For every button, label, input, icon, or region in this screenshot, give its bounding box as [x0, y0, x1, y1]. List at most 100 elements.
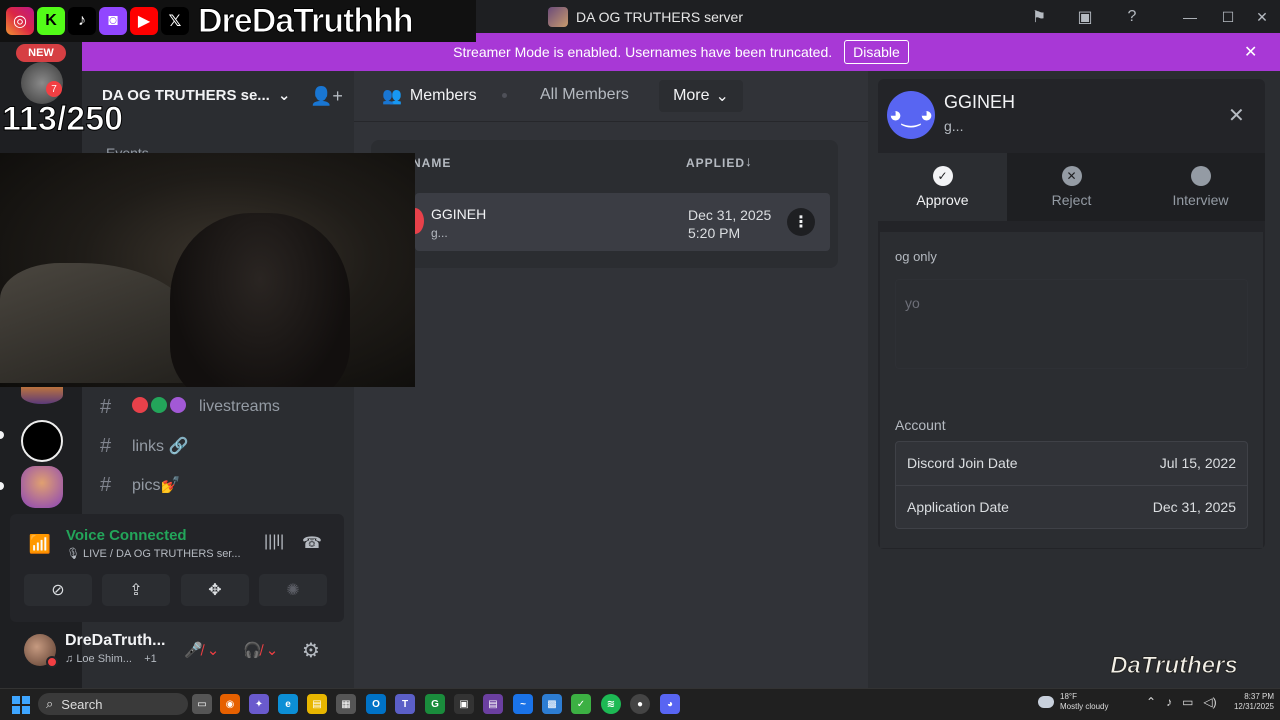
- maximize-button[interactable]: ☐: [1209, 4, 1247, 30]
- channel-label: livestreams: [199, 398, 280, 415]
- mic-muted-icon: 🎤̸: [184, 642, 203, 659]
- question-label: og only: [895, 249, 937, 264]
- search-label: Search: [61, 696, 103, 712]
- server-icon-phantoms[interactable]: [21, 420, 63, 462]
- voice-channel-name[interactable]: 🎙 LIVE / DA OG TRUTHERS ser...: [66, 547, 241, 560]
- edge-icon[interactable]: e: [278, 694, 298, 714]
- clock-date: 12/31/2025: [1233, 702, 1274, 711]
- disconnect-icon[interactable]: ☎: [302, 533, 322, 553]
- disable-streamer-mode-button[interactable]: Disable: [844, 40, 909, 64]
- app-icon[interactable]: ▤: [483, 694, 503, 714]
- windows-start-icon[interactable]: [12, 696, 30, 714]
- teams-icon[interactable]: T: [395, 694, 415, 714]
- account-section-label: Account: [895, 417, 946, 433]
- server-icon-2[interactable]: [21, 386, 63, 404]
- chevron-down-icon: ⌄: [715, 88, 729, 105]
- xbox-icon[interactable]: G: [425, 694, 445, 714]
- x-icon: 𝕏: [161, 7, 189, 35]
- channel-label: pics💅: [132, 477, 181, 494]
- approve-button[interactable]: ✓ Approve: [878, 153, 1007, 221]
- mute-button[interactable]: 🎤̸ ⌄: [184, 638, 219, 662]
- webcam-overlay: [0, 153, 415, 387]
- server-icon-truthers[interactable]: [21, 466, 63, 508]
- status-dnd-icon: [46, 656, 58, 668]
- headphones-muted-icon: 🎧̸: [243, 642, 262, 659]
- inbox-icon[interactable]: ▣: [1074, 6, 1096, 28]
- server-icon: [548, 7, 568, 27]
- noise-suppression-icon[interactable]: |||l|: [264, 533, 284, 551]
- app-icon[interactable]: ▩: [542, 694, 562, 714]
- minimize-button[interactable]: —: [1171, 4, 1209, 30]
- hashtag-icon: #: [100, 395, 112, 418]
- reject-button[interactable]: ✕ Reject: [1007, 153, 1136, 221]
- window-close-button[interactable]: ✕: [1243, 4, 1280, 30]
- flag-icon[interactable]: ⚑: [1028, 6, 1050, 28]
- screen-share-button[interactable]: ⇪: [102, 574, 170, 606]
- mic-icon[interactable]: ♪: [1166, 695, 1172, 709]
- account-row-value: Dec 31, 2025: [1152, 499, 1236, 515]
- chevron-down-icon: ⌄: [265, 642, 279, 659]
- discord-icon[interactable]: ◕: [660, 694, 680, 714]
- channel-livestreams[interactable]: # livestreams: [100, 391, 280, 423]
- channel-links[interactable]: # links 🔗: [100, 430, 188, 462]
- chevron-up-icon[interactable]: ⌃: [1146, 695, 1156, 709]
- column-header-name[interactable]: NAME: [412, 156, 451, 170]
- app-icon[interactable]: ✓: [571, 694, 591, 714]
- applicant-name: GGINEH: [431, 206, 487, 222]
- deafen-button[interactable]: 🎧̸ ⌄: [243, 638, 278, 662]
- obs-icon[interactable]: ●: [630, 694, 650, 714]
- app-icon[interactable]: ▣: [454, 694, 474, 714]
- volume-icon[interactable]: ◁): [1203, 695, 1216, 709]
- more-options-icon[interactable]: ⋮: [787, 208, 815, 236]
- hashtag-icon: #: [100, 473, 112, 496]
- store-icon[interactable]: ▦: [336, 694, 356, 714]
- file-explorer-icon[interactable]: ▤: [307, 694, 327, 714]
- clock-time: 8:37 PM: [1244, 692, 1274, 701]
- streamer-handle: DreDaTruthhh: [198, 1, 415, 40]
- applicant-tag: g...: [431, 226, 448, 240]
- taskbar-search[interactable]: ⌕ Search: [38, 693, 188, 715]
- channel-emoji-dots: [132, 396, 189, 418]
- hashtag-icon: #: [100, 434, 112, 457]
- account-row-application-date: Application Date Dec 31, 2025: [895, 485, 1248, 529]
- signal-icon[interactable]: 📶: [28, 532, 52, 556]
- invite-people-icon[interactable]: 👤+: [310, 86, 343, 107]
- firefox-icon[interactable]: ◉: [220, 694, 240, 714]
- camera-off-button[interactable]: ⊘: [24, 574, 92, 606]
- sort-arrow-icon[interactable]: ↓: [745, 153, 752, 169]
- interview-button[interactable]: Interview: [1136, 153, 1265, 221]
- voice-status[interactable]: Voice Connected: [66, 527, 187, 544]
- copilot-icon[interactable]: ✦: [249, 694, 269, 714]
- channel-pics[interactable]: # pics💅: [100, 469, 180, 501]
- user-name[interactable]: DreDaTruth...: [65, 632, 165, 650]
- task-view-icon[interactable]: ▭: [192, 694, 212, 714]
- approve-label: Approve: [916, 192, 969, 208]
- tab-all-members[interactable]: All Members: [540, 86, 629, 104]
- interview-label: Interview: [1172, 192, 1229, 208]
- gear-icon[interactable]: ⚙: [302, 638, 320, 663]
- banner-text: Streamer Mode is enabled. Usernames have…: [453, 44, 833, 60]
- spotify-icon[interactable]: ≋: [601, 694, 621, 714]
- applied-date-day: Dec 31, 2025: [688, 207, 772, 223]
- window-title-text: DA OG TRUTHERS server: [576, 9, 743, 25]
- activities-button[interactable]: ✥: [181, 574, 249, 606]
- network-icon[interactable]: ▭: [1182, 695, 1193, 709]
- instagram-icon: ◎: [6, 7, 34, 35]
- outlook-icon[interactable]: O: [366, 694, 386, 714]
- soundboard-button[interactable]: ✺: [259, 574, 327, 606]
- column-header-applied[interactable]: APPLIED: [686, 156, 745, 170]
- discord-avatar-icon: ◕‿◕: [887, 91, 935, 139]
- tab-more[interactable]: More ⌄: [659, 80, 743, 112]
- server-name-dropdown[interactable]: DA OG TRUTHERS se... ⌄: [102, 86, 291, 105]
- help-icon[interactable]: ?: [1121, 6, 1143, 28]
- applicant-name: GGINEH: [944, 92, 1016, 112]
- close-icon[interactable]: ✕: [1228, 103, 1245, 128]
- chevron-down-icon: ⌄: [277, 87, 291, 104]
- system-tray[interactable]: ⌃ ♪ ▭ ◁): [1146, 695, 1217, 709]
- tab-members[interactable]: 👥 Members: [382, 86, 477, 106]
- banner-close-icon[interactable]: ✕: [1244, 42, 1257, 62]
- chat-bubble-icon: [1190, 166, 1211, 186]
- app-icon[interactable]: ~: [513, 694, 533, 714]
- clock[interactable]: 8:37 PM 12/31/2025: [1222, 692, 1274, 712]
- weather-widget[interactable]: 18°F Mostly cloudy: [1038, 692, 1108, 712]
